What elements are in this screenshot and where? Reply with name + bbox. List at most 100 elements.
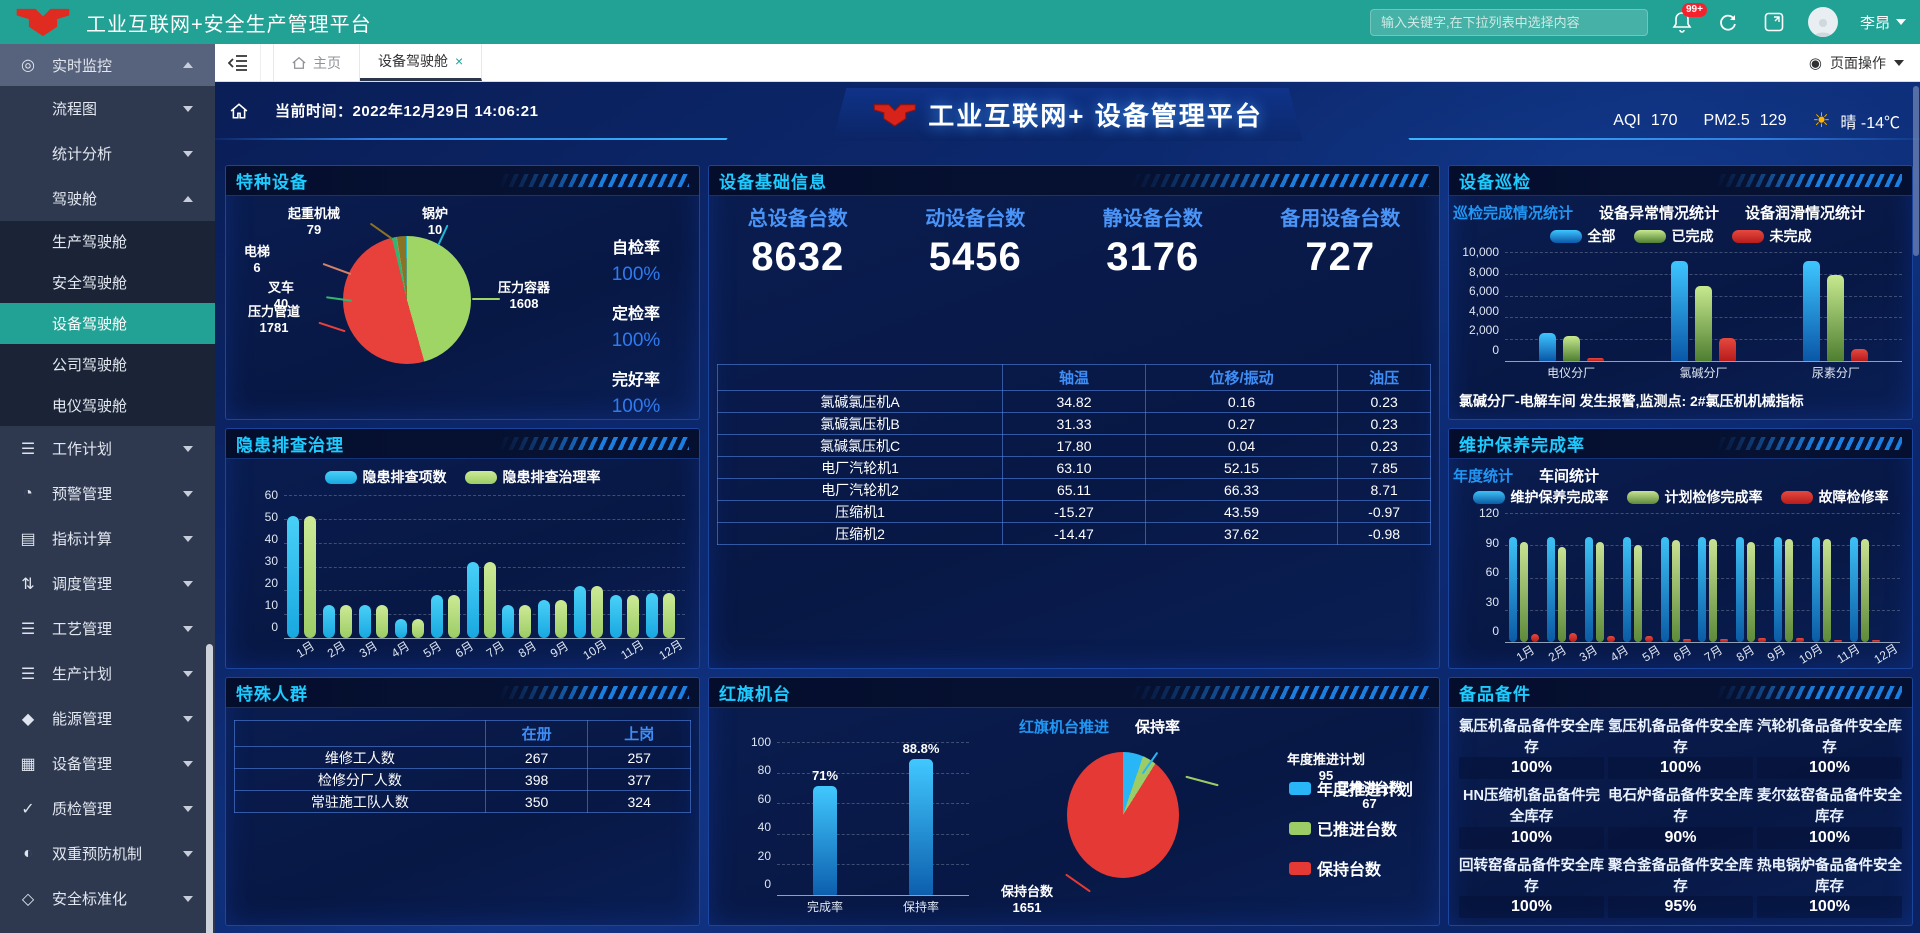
panel-equipment-base-info: 设备基础信息 总设备台数8632动设备台数5456静设备台数3176备用设备台数… bbox=[708, 165, 1440, 669]
table-row: 检修分厂人数398377 bbox=[235, 769, 691, 791]
maintenance-tab[interactable]: 车间统计 bbox=[1539, 465, 1599, 486]
table-header-row: 在册上岗 bbox=[235, 721, 691, 747]
sidebar-subitem-电仪驾驶舱[interactable]: 电仪驾驶舱 bbox=[0, 385, 215, 426]
table-cell: 0.04 bbox=[1145, 435, 1338, 457]
refresh-icon[interactable] bbox=[1716, 10, 1740, 34]
sidebar-item-label: 安全标准化 bbox=[52, 888, 169, 909]
table-cell: 350 bbox=[485, 791, 588, 813]
sidebar-subitem-label: 公司驾驶舱 bbox=[52, 354, 215, 375]
bar-group bbox=[1698, 513, 1728, 642]
sidebar-item-质检管理[interactable]: ✓质检管理 bbox=[0, 786, 215, 831]
chevron-down-icon bbox=[183, 761, 193, 767]
bar-group bbox=[1547, 513, 1577, 642]
panel-title: 特种设备 bbox=[236, 168, 308, 193]
sidebar-item-流程图[interactable]: 流程图 bbox=[0, 86, 215, 131]
pm25-label: PM2.5 bbox=[1704, 112, 1750, 130]
chevron-down-icon bbox=[183, 106, 193, 112]
sidebar-item-能源管理[interactable]: ◆能源管理 bbox=[0, 696, 215, 741]
legend-item: 年度推进计划 bbox=[1289, 776, 1413, 800]
bar-group bbox=[1671, 252, 1736, 361]
table-cell: 257 bbox=[588, 747, 691, 769]
home-icon[interactable] bbox=[229, 102, 249, 120]
legend-label: 维护保养完成率 bbox=[1511, 487, 1609, 507]
bar-隐患排查项数 bbox=[323, 605, 335, 638]
table-cell: 氯碱氯压机C bbox=[718, 435, 1003, 457]
sidebar-item-label: 工艺管理 bbox=[52, 618, 169, 639]
bar-故障检修率 bbox=[1531, 634, 1539, 642]
sidebar-item-安全标准化[interactable]: ◇安全标准化 bbox=[0, 876, 215, 921]
table-cell: 37.62 bbox=[1145, 523, 1338, 545]
user-menu[interactable]: 李昂 bbox=[1860, 12, 1906, 33]
page-operations-button[interactable]: ◉ 页面操作 bbox=[1809, 44, 1904, 82]
pie-leader-line bbox=[318, 322, 345, 333]
inspection-tab[interactable]: 设备异常情况统计 bbox=[1599, 202, 1719, 223]
sidebar-item-label: 实时监控 bbox=[52, 55, 169, 76]
sidebar-subitem-设备驾驶舱[interactable]: 设备驾驶舱 bbox=[0, 303, 215, 344]
sidebar-item-双重预防机制[interactable]: ◐双重预防机制 bbox=[0, 831, 215, 876]
close-tab-icon[interactable]: × bbox=[455, 53, 463, 69]
chevron-down-icon bbox=[183, 151, 193, 157]
bar-隐患排查项数 bbox=[287, 516, 299, 638]
sidebar-item-工作计划[interactable]: ☰工作计划 bbox=[0, 426, 215, 471]
sidebar-item-作业票证管理[interactable]: ▣作业票证管理 bbox=[0, 921, 215, 933]
y-tick-label: 10 bbox=[232, 599, 278, 611]
sidebar-item-实时监控[interactable]: ◎实时监控 bbox=[0, 44, 215, 86]
pie-label-起重机械: 起重机械79 bbox=[288, 206, 340, 238]
pie-label-name: 电梯 bbox=[244, 244, 270, 260]
sidebar-item-指标计算[interactable]: ▤指标计算 bbox=[0, 516, 215, 561]
user-avatar[interactable] bbox=[1808, 7, 1838, 37]
sidebar-item-生产计划[interactable]: ☰生产计划 bbox=[0, 651, 215, 696]
x-tick-label: 电仪分厂 bbox=[1547, 364, 1595, 381]
inspection-tab[interactable]: 巡检完成情况统计 bbox=[1453, 202, 1573, 223]
sidebar-subitem-安全驾驶舱[interactable]: 安全驾驶舱 bbox=[0, 262, 215, 303]
sidebar-subitem-公司驾驶舱[interactable]: 公司驾驶舱 bbox=[0, 344, 215, 385]
sidebar-item-label: 驾驶舱 bbox=[52, 188, 169, 209]
notification-bell-icon[interactable]: 99+ bbox=[1670, 10, 1694, 34]
table-cell: 8.71 bbox=[1338, 479, 1431, 501]
sidebar-item-调度管理[interactable]: ⇅调度管理 bbox=[0, 561, 215, 606]
sidebar-item-预警管理[interactable]: ◔预警管理 bbox=[0, 471, 215, 516]
hatch-decoration bbox=[1716, 174, 1902, 187]
bar-group bbox=[431, 495, 460, 638]
sidebar-item-驾驶舱[interactable]: 驾驶舱 bbox=[0, 176, 215, 221]
sidebar-subitem-生产驾驶舱[interactable]: 生产驾驶舱 bbox=[0, 221, 215, 262]
rate-label: 完好率 bbox=[591, 366, 681, 390]
y-tick-label: 80 bbox=[725, 764, 771, 776]
chevron-down-icon bbox=[1896, 19, 1906, 25]
maintenance-tab[interactable]: 年度统计 bbox=[1453, 465, 1513, 486]
sidebar-scrollbar[interactable] bbox=[206, 644, 213, 933]
sidebar-subitem-label: 设备驾驶舱 bbox=[52, 313, 215, 334]
flag-tab[interactable]: 保持率 bbox=[1135, 716, 1180, 737]
legend-label: 计划检修完成率 bbox=[1665, 487, 1763, 507]
plot-area bbox=[284, 495, 685, 639]
sidebar-item-设备管理[interactable]: ▦设备管理 bbox=[0, 741, 215, 786]
legend-item: 保持台数 bbox=[1289, 856, 1381, 880]
bar-已完成 bbox=[1695, 286, 1712, 361]
page-scrollbar[interactable] bbox=[1913, 86, 1919, 256]
sidebar-collapse-icon[interactable] bbox=[215, 44, 261, 81]
fullscreen-icon[interactable] bbox=[1762, 10, 1786, 34]
search-input[interactable] bbox=[1370, 9, 1648, 36]
tab-home[interactable]: 主页 bbox=[273, 44, 360, 81]
panel-equipment-inspection: 设备巡检 巡检完成情况统计设备异常情况统计设备润滑情况统计 全部已完成未完成 1… bbox=[1448, 165, 1913, 420]
bar-group bbox=[1812, 513, 1842, 642]
legend-label: 隐患排查项数 bbox=[363, 467, 447, 487]
inspection-tab[interactable]: 设备润滑情况统计 bbox=[1745, 202, 1865, 223]
flag-tab[interactable]: 红旗机台推进 bbox=[1019, 716, 1109, 737]
table-cell: 0.27 bbox=[1145, 413, 1338, 435]
spare-part-item: 麦尔兹窑备品备件安全库存100% bbox=[1755, 782, 1904, 852]
sidebar-item-工艺管理[interactable]: ☰工艺管理 bbox=[0, 606, 215, 651]
bar-隐患排查项数 bbox=[359, 605, 371, 638]
panel-maintenance-rate: 维护保养完成率 年度统计车间统计 维护保养完成率计划检修完成率故障检修率 120… bbox=[1448, 428, 1913, 669]
legend-item: 已推进台数 bbox=[1289, 816, 1397, 840]
weather-text: 晴 -14℃ bbox=[1840, 109, 1900, 133]
bar-故障检修率 bbox=[1569, 633, 1577, 642]
tab-device-cockpit[interactable]: 设备驾驶舱 × bbox=[360, 44, 482, 81]
equipment-monitor-table: 轴温位移/振动油压氯碱氯压机A34.820.160.23氯碱氯压机B31.330… bbox=[717, 364, 1431, 545]
bar-group bbox=[1585, 513, 1615, 642]
table-cell: 63.10 bbox=[1003, 457, 1146, 479]
stat-label: 静设备台数 bbox=[1103, 202, 1203, 231]
sidebar-item-统计分析[interactable]: 统计分析 bbox=[0, 131, 215, 176]
header-divider bbox=[1408, 138, 1920, 140]
bar-groups: 71%88.8% bbox=[777, 742, 969, 895]
